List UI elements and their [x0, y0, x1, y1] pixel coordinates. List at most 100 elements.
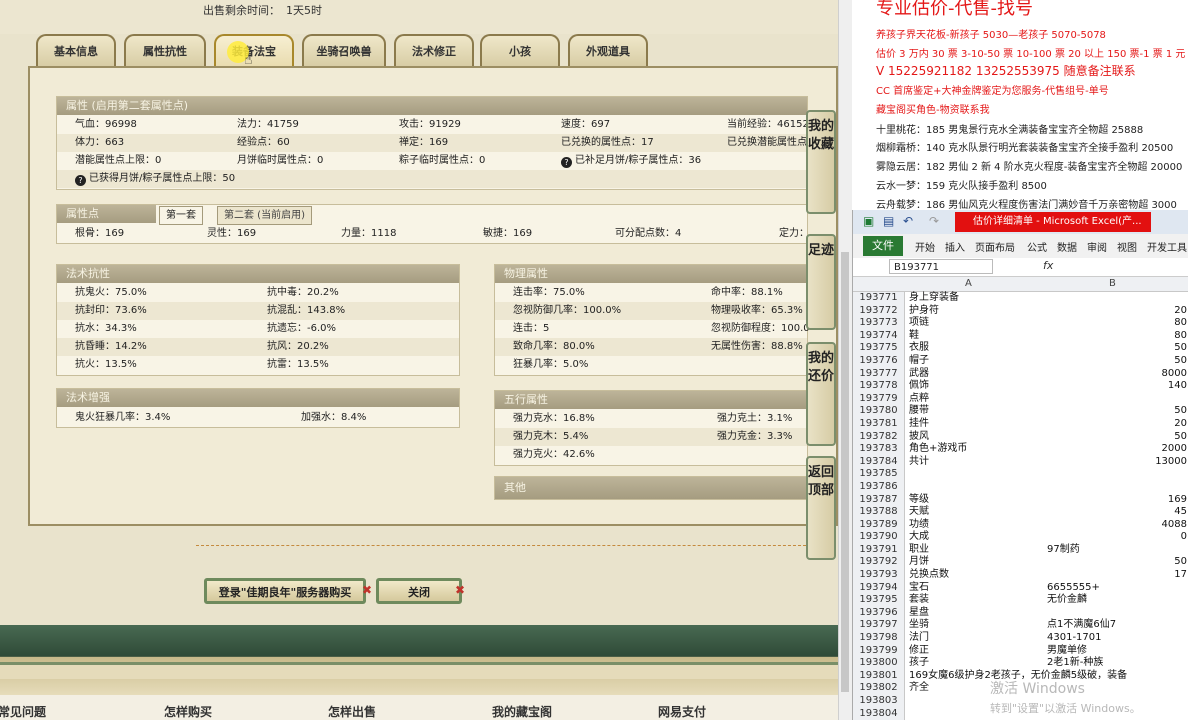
excel-cell-b[interactable]: 点1不满魔6仙7 [1047, 619, 1116, 632]
excel-cell-a[interactable]: 点粹 [909, 393, 929, 406]
footer-netease-pay-link[interactable]: 网易支付 [658, 703, 706, 720]
excel-cell-b[interactable]: 50 [1047, 355, 1187, 368]
excel-cell-a[interactable]: 齐全 [909, 682, 929, 695]
footer-my-cbg-link[interactable]: 我的藏宝阁 [492, 703, 552, 720]
help-icon[interactable]: ? [561, 157, 572, 168]
excel-row[interactable]: 193781 挂件 20 [853, 417, 1188, 431]
excel-row[interactable]: 193771 身上穿装备 [853, 292, 1188, 305]
excel-row[interactable]: 193799 修正 男魔单修 [853, 644, 1188, 658]
excel-row[interactable]: 193789 功绩 4088 [853, 518, 1188, 532]
excel-row-number[interactable]: 193790 [853, 531, 905, 544]
excel-row-number[interactable]: 193789 [853, 518, 905, 532]
excel-cell-a[interactable]: 大成 [909, 531, 929, 544]
excel-tab-home[interactable]: 开始 [915, 239, 935, 254]
excel-cell-a[interactable]: 身上穿装备 [909, 292, 959, 305]
excel-cell-b[interactable]: 无价金麟 [1047, 594, 1087, 607]
excel-row-number[interactable]: 193771 [853, 292, 905, 305]
excel-row[interactable]: 193795 套装 无价金麟 [853, 594, 1188, 607]
excel-cell-b[interactable]: 2000 [1047, 443, 1187, 456]
login-buy-button[interactable]: 登录"佳期良年"服务器购买 [204, 578, 366, 604]
excel-row-number[interactable]: 193797 [853, 619, 905, 633]
excel-cell-a[interactable]: 鞋 [909, 330, 919, 343]
excel-tab-review[interactable]: 审阅 [1087, 239, 1107, 254]
excel-tab-developer[interactable]: 开发工具 [1147, 239, 1187, 254]
excel-cell-a[interactable]: 功绩 [909, 519, 929, 532]
excel-cell-a[interactable]: 月饼 [909, 556, 929, 569]
excel-name-box[interactable]: B193771 [889, 259, 993, 274]
footer-faq-link[interactable]: 常见问题 [0, 703, 46, 720]
excel-cell-b[interactable]: 80 [1047, 317, 1187, 330]
excel-row[interactable]: 193787 等级 169 [853, 493, 1188, 507]
excel-row[interactable]: 193798 法门 4301-1701 [853, 632, 1188, 645]
excel-row[interactable]: 193777 武器 8000 [853, 367, 1188, 381]
other-box[interactable]: 其他 [494, 476, 808, 500]
excel-row-number[interactable]: 193802 [853, 682, 905, 695]
footprint-button[interactable]: 足迹 [806, 234, 836, 330]
excel-row-number[interactable]: 193787 [853, 493, 905, 507]
excel-row-number[interactable]: 193800 [853, 657, 905, 670]
excel-row-number[interactable]: 193784 [853, 455, 905, 469]
excel-cell-a[interactable]: 披风 [909, 431, 929, 444]
excel-row[interactable]: 193775 衣服 50 [853, 342, 1188, 355]
tab-points-set2[interactable]: 第二套 (当前启用) [217, 206, 312, 225]
excel-row[interactable]: 193783 角色+游戏币 2000 [853, 443, 1188, 456]
excel-row[interactable]: 193780 腰带 50 [853, 405, 1188, 418]
excel-cell-b[interactable]: 169 [1047, 494, 1187, 507]
excel-row[interactable]: 193793 兑换点数 17 [853, 569, 1188, 582]
excel-cell-a[interactable]: 天赋 [909, 506, 929, 519]
close-button[interactable]: 关闭 [376, 578, 462, 604]
excel-cell-a[interactable]: 宝石 [909, 582, 929, 595]
excel-cell-a[interactable]: 套装 [909, 594, 929, 607]
excel-tab-insert[interactable]: 插入 [945, 239, 965, 254]
excel-cell-b[interactable]: 17 [1047, 569, 1187, 582]
excel-cell-a[interactable]: 兑换点数 [909, 569, 949, 582]
excel-row[interactable]: 193792 月饼 50 [853, 556, 1188, 570]
excel-col-b[interactable]: B [1109, 278, 1116, 289]
redo-icon[interactable]: ↷ [929, 214, 939, 228]
excel-cell-b[interactable]: 0 [1047, 531, 1187, 544]
excel-row[interactable]: 193778 佩饰 140 [853, 380, 1188, 393]
excel-row[interactable]: 193796 星盘 [853, 606, 1188, 620]
excel-row-number[interactable]: 193798 [853, 632, 905, 645]
excel-row-number[interactable]: 193795 [853, 594, 905, 607]
excel-row-number[interactable]: 193782 [853, 430, 905, 444]
excel-row-number[interactable]: 193781 [853, 417, 905, 431]
excel-cell-b[interactable]: 6655555+ [1047, 582, 1100, 595]
excel-cell-b[interactable]: 8000 [1047, 368, 1187, 381]
excel-cell-a[interactable]: 佩饰 [909, 380, 929, 393]
excel-col-a[interactable]: A [965, 278, 972, 289]
excel-cell-b[interactable]: 140 [1047, 380, 1187, 393]
excel-row-number[interactable]: 193774 [853, 329, 905, 343]
excel-row-number[interactable]: 193775 [853, 342, 905, 355]
excel-row-number[interactable]: 193785 [853, 468, 905, 481]
tab-spell-mods[interactable]: 法术修正 [394, 34, 474, 66]
excel-row[interactable]: 193785 [853, 468, 1188, 481]
save-icon[interactable]: ▤ [883, 214, 894, 228]
excel-row-number[interactable]: 193778 [853, 380, 905, 393]
excel-cell-a[interactable]: 法门 [909, 632, 929, 645]
tab-mounts-pets[interactable]: 坐骑召唤兽 [302, 34, 386, 66]
excel-row[interactable]: 193784 共计 13000 [853, 455, 1188, 469]
excel-row-number[interactable]: 193788 [853, 506, 905, 519]
excel-row[interactable]: 193788 天赋 45 [853, 506, 1188, 519]
excel-cell-b[interactable]: 97制药 [1047, 544, 1080, 557]
excel-cell-b[interactable]: 50 [1047, 405, 1187, 418]
excel-cell-b[interactable]: 50 [1047, 431, 1187, 444]
excel-row-number[interactable]: 193772 [853, 304, 905, 318]
excel-row-number[interactable]: 193773 [853, 317, 905, 330]
excel-cell-b[interactable]: 4088 [1047, 519, 1187, 532]
excel-cell-b[interactable]: 20 [1047, 418, 1187, 431]
excel-row-number[interactable]: 193794 [853, 581, 905, 595]
excel-cell-a[interactable]: 职业 [909, 544, 929, 557]
excel-row[interactable]: 193797 坐骑 点1不满魔6仙7 [853, 619, 1188, 633]
tab-appearance[interactable]: 外观道具 [568, 34, 648, 66]
excel-row[interactable]: 193772 护身符 20 [853, 304, 1188, 318]
footer-how-to-buy-link[interactable]: 怎样购买 [164, 703, 212, 720]
excel-cell-b[interactable]: 4301-1701 [1047, 632, 1102, 645]
excel-tab-view[interactable]: 视图 [1117, 239, 1137, 254]
excel-cell-b[interactable]: 2老1新-种族 [1047, 657, 1103, 670]
excel-tab-formulas[interactable]: 公式 [1027, 239, 1047, 254]
undo-icon[interactable]: ↶ [903, 214, 913, 228]
excel-cell-a[interactable]: 共计 [909, 456, 929, 469]
excel-cell-a[interactable]: 修正 [909, 645, 929, 658]
